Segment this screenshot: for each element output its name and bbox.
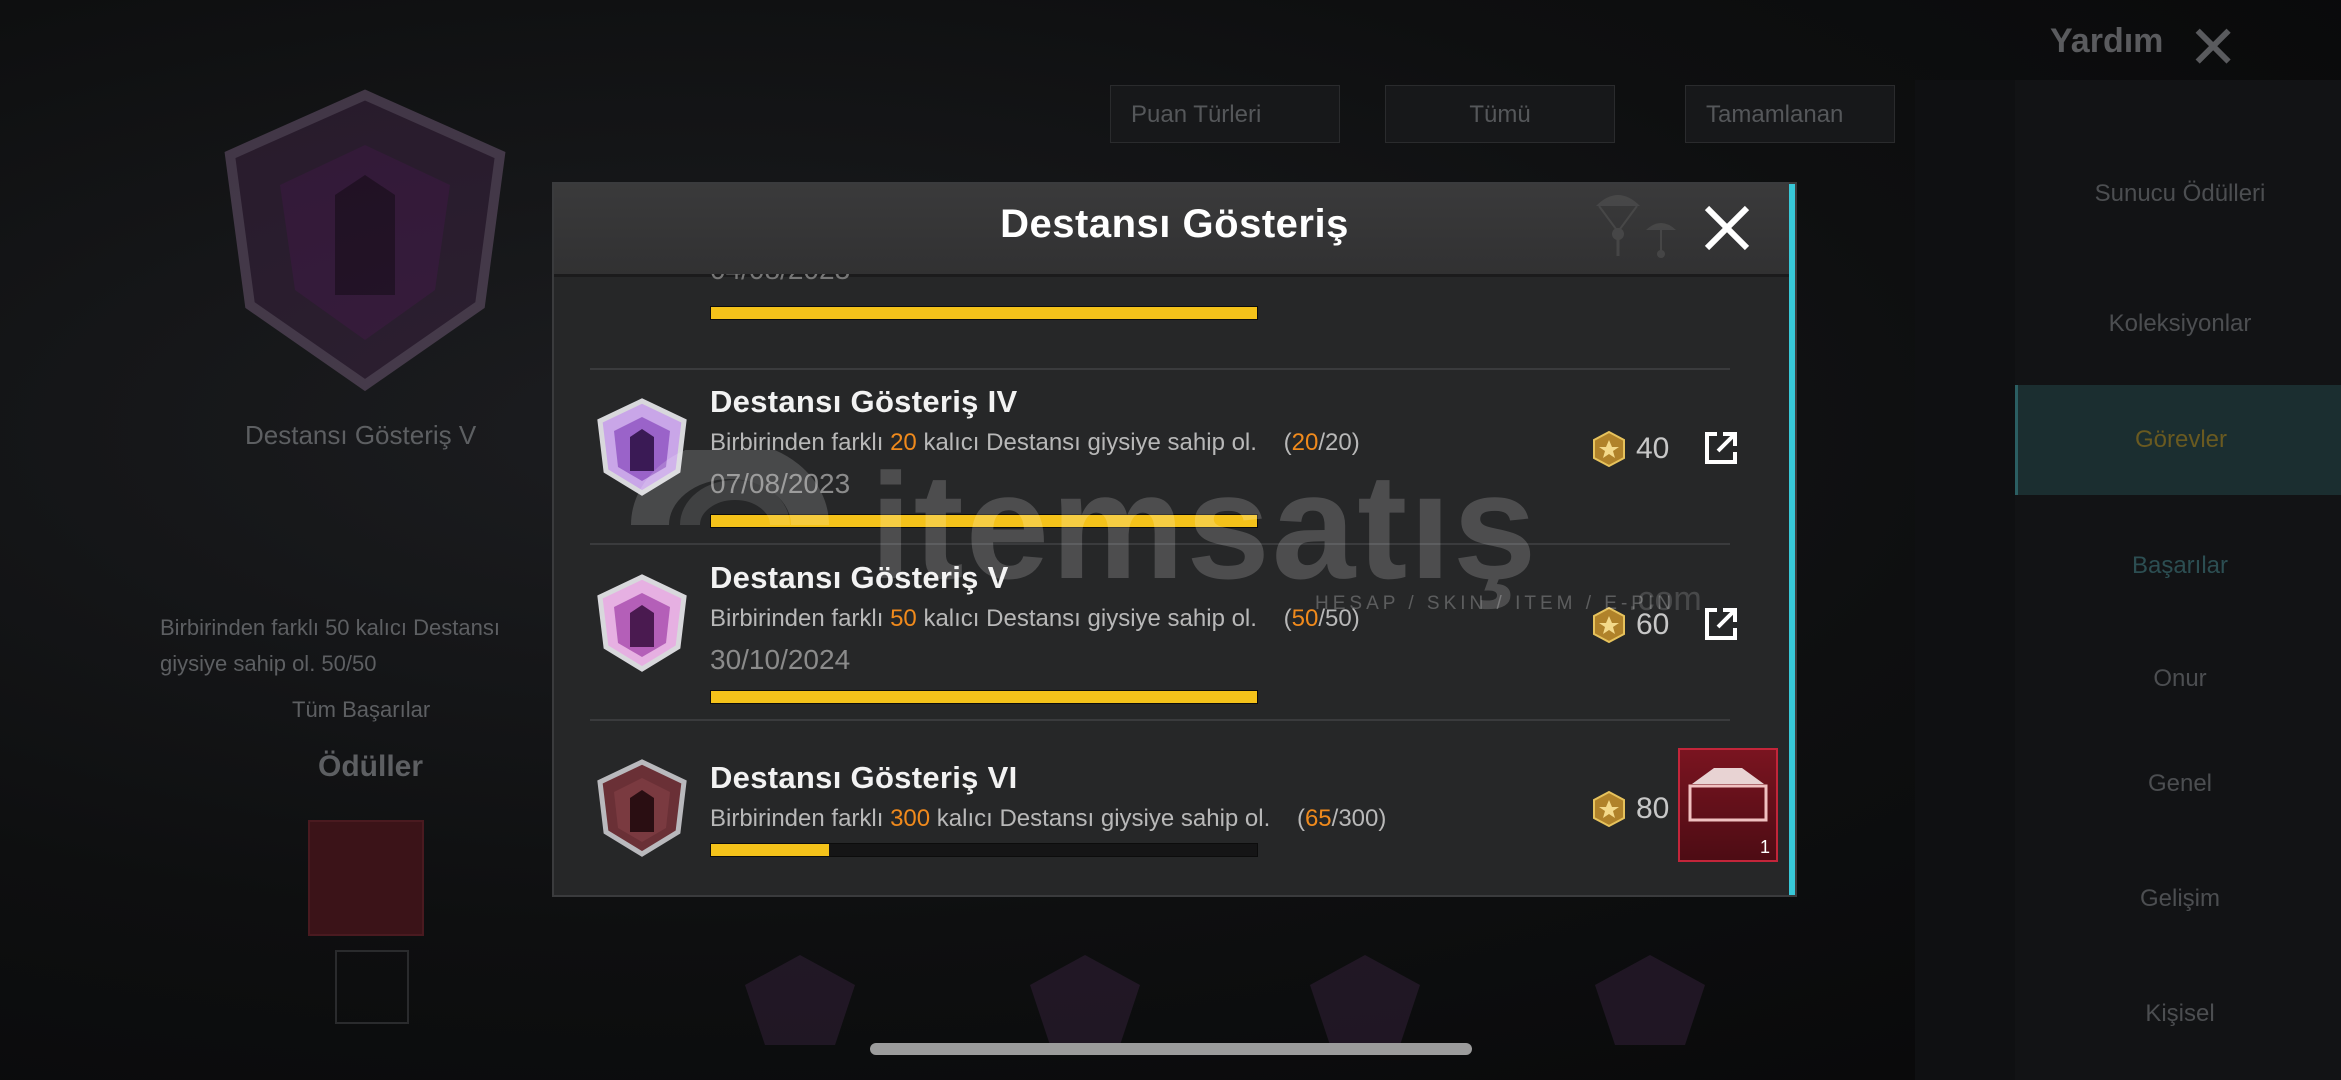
background-nav-item-4[interactable]: Başarılar <box>2040 552 2320 580</box>
background-left-title: Destansı Gösteriş V <box>245 420 477 450</box>
background-filter-2[interactable]: Tümü <box>1385 85 1615 143</box>
background-help-button[interactable]: Yardım <box>2050 22 2163 61</box>
achievement-point-icon <box>1593 430 1625 468</box>
background-square <box>335 950 409 1024</box>
achievement-date: 04/08/2023 <box>710 274 850 286</box>
background-nav-item-2[interactable]: Koleksiyonlar <box>2040 310 2320 338</box>
achievement-description: Birbirinden farklı 300 kalıcı Destansı g… <box>710 805 1387 832</box>
achievement-name: Destansı Gösteriş VI <box>710 760 1018 795</box>
background-nav-item-8[interactable]: Kişisel <box>2040 1000 2320 1028</box>
background-reward-item <box>308 820 424 936</box>
achievement-name: Destansı Gösteriş IV <box>710 384 1018 419</box>
achievement-point-icon <box>1593 606 1625 644</box>
achievement-name: Destansı Gösteriş V <box>710 560 1009 595</box>
progress-bar <box>710 690 1258 704</box>
progress-bar-fill <box>711 515 1257 527</box>
share-icon[interactable] <box>1701 604 1741 644</box>
achievement-points: 80 <box>1590 790 1680 830</box>
reward-item-count: 1 <box>1759 837 1770 857</box>
background-badge-icon <box>1030 955 1140 1045</box>
progress-bar <box>710 843 1258 857</box>
background-right-nav <box>1915 80 2015 1080</box>
progress-bar <box>710 514 1258 528</box>
background-nav-item-5[interactable]: Onur <box>2040 665 2320 693</box>
background-emblem-icon <box>224 89 506 392</box>
achievement-date: 07/08/2023 <box>710 468 851 499</box>
achievement-points: 60 <box>1590 606 1680 646</box>
achievement-modal: Destansı Gösteriş 04/08/2023 Destansı Gö… <box>552 182 1797 897</box>
share-icon[interactable] <box>1701 428 1741 468</box>
progress-bar-fill <box>711 691 1257 703</box>
achievement-description: Birbirinden farklı 50 kalıcı Destansı gi… <box>710 605 1360 632</box>
epic-badge-icon <box>597 574 687 672</box>
crate-icon <box>1688 768 1768 822</box>
background-badge-icon <box>1310 955 1420 1045</box>
achievement-row: Destansı Gösteriş V Birbirinden farklı 5… <box>590 544 1737 721</box>
background-badge-icon <box>745 955 855 1045</box>
epic-badge-icon <box>597 759 687 857</box>
background-nav-item-3[interactable]: Görevler <box>2015 385 2341 495</box>
background-left-desc: Birbirinden farklı 50 kalıcı Destansı gi… <box>160 615 500 676</box>
progress-bar-fill <box>711 307 1257 319</box>
points-value: 60 <box>1636 608 1670 641</box>
background-filter-1[interactable]: Puan Türleri <box>1110 85 1340 143</box>
background-nav-item-1[interactable]: Sunucu Ödülleri <box>2040 180 2320 208</box>
home-indicator[interactable] <box>870 1043 1472 1055</box>
achievement-row: Destansı Gösteriş VI Birbirinden farklı … <box>590 720 1778 895</box>
background-all-achievements-link[interactable]: Tüm Başarılar <box>292 697 430 723</box>
epic-badge-icon <box>597 398 687 496</box>
background-filter-bar: Puan Türleri Tümü Tamamlanan <box>830 85 1900 145</box>
background-nav-item-7[interactable]: Gelişim <box>2040 885 2320 913</box>
points-value: 40 <box>1636 432 1670 465</box>
progress-bar-fill <box>711 844 830 856</box>
achievement-list[interactable]: 04/08/2023 Destansı Gösteriş IV Birbirin… <box>554 274 1795 895</box>
achievement-date: 30/10/2024 <box>710 644 851 675</box>
achievement-row: 04/08/2023 <box>590 274 1730 370</box>
background-nav-item-6[interactable]: Genel <box>2040 770 2320 798</box>
achievement-points: 40 <box>1590 430 1680 470</box>
reward-item-crate[interactable]: 1 <box>1678 748 1778 862</box>
modal-title: Destansı Gösteriş <box>1000 202 1349 246</box>
modal-accent-bar <box>1789 184 1795 895</box>
background-badge-icon <box>1595 955 1705 1045</box>
progress-bar <box>710 306 1258 320</box>
background-filter-3[interactable]: Tamamlanan <box>1685 85 1895 143</box>
close-icon[interactable] <box>1697 198 1757 258</box>
achievement-description: Birbirinden farklı 20 kalıcı Destansı gi… <box>710 429 1360 456</box>
background-rewards-heading: Ödüller <box>318 750 424 783</box>
achievement-point-icon <box>1593 790 1625 828</box>
modal-header: Destansı Gösteriş <box>554 184 1795 277</box>
achievement-row: Destansı Gösteriş IV Birbirinden farklı … <box>590 368 1737 545</box>
background-close-icon[interactable]: ✕ <box>2188 18 2238 78</box>
points-value: 80 <box>1636 792 1670 825</box>
